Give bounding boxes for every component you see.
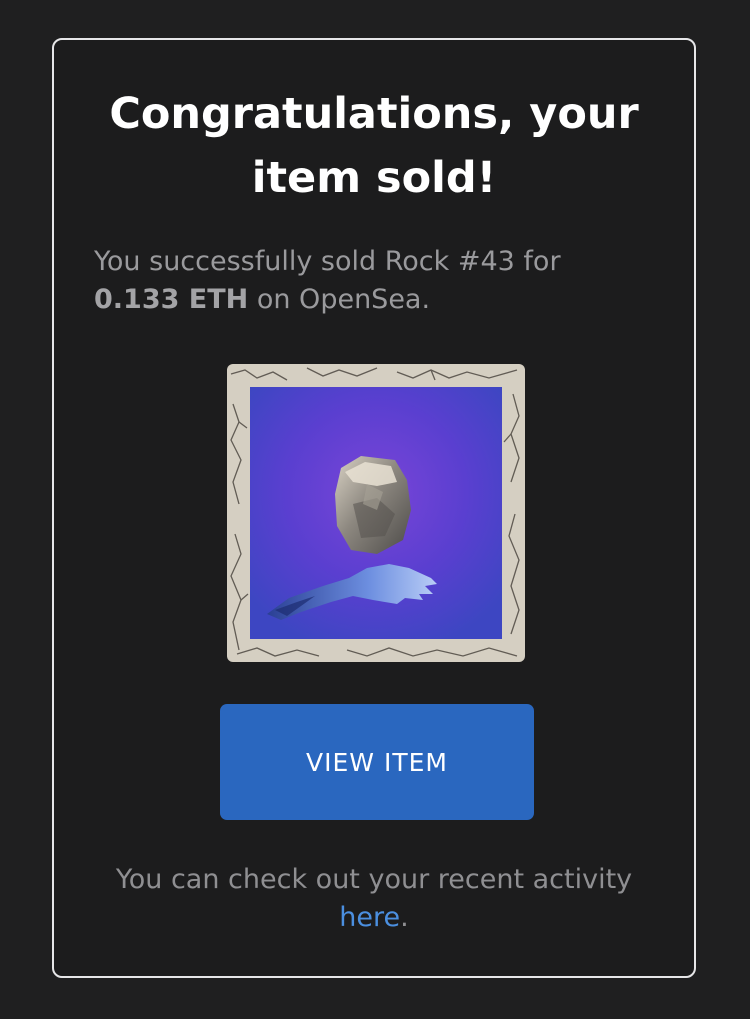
sale-price: 0.133 ETH [94, 284, 249, 315]
rock-nft-image [227, 364, 525, 662]
recent-activity-note: You can check out your recent activity h… [74, 861, 674, 937]
sale-message-suffix: on OpenSea. [248, 284, 431, 315]
notification-card: Congratulations, your item sold! You suc… [52, 38, 696, 978]
sale-message-prefix: You successfully sold Rock #43 for [94, 246, 561, 277]
recent-activity-link[interactable]: here [339, 902, 400, 933]
headline-line-2: item sold! [251, 153, 497, 203]
view-item-button[interactable]: VIEW ITEM [220, 704, 534, 820]
headline: Congratulations, your item sold! [54, 82, 694, 210]
sale-message: You successfully sold Rock #43 for 0.133… [94, 243, 654, 319]
headline-line-1: Congratulations, your [109, 89, 639, 139]
recent-activity-text: You can check out your recent activity [115, 864, 633, 895]
recent-activity-period: . [400, 902, 409, 933]
